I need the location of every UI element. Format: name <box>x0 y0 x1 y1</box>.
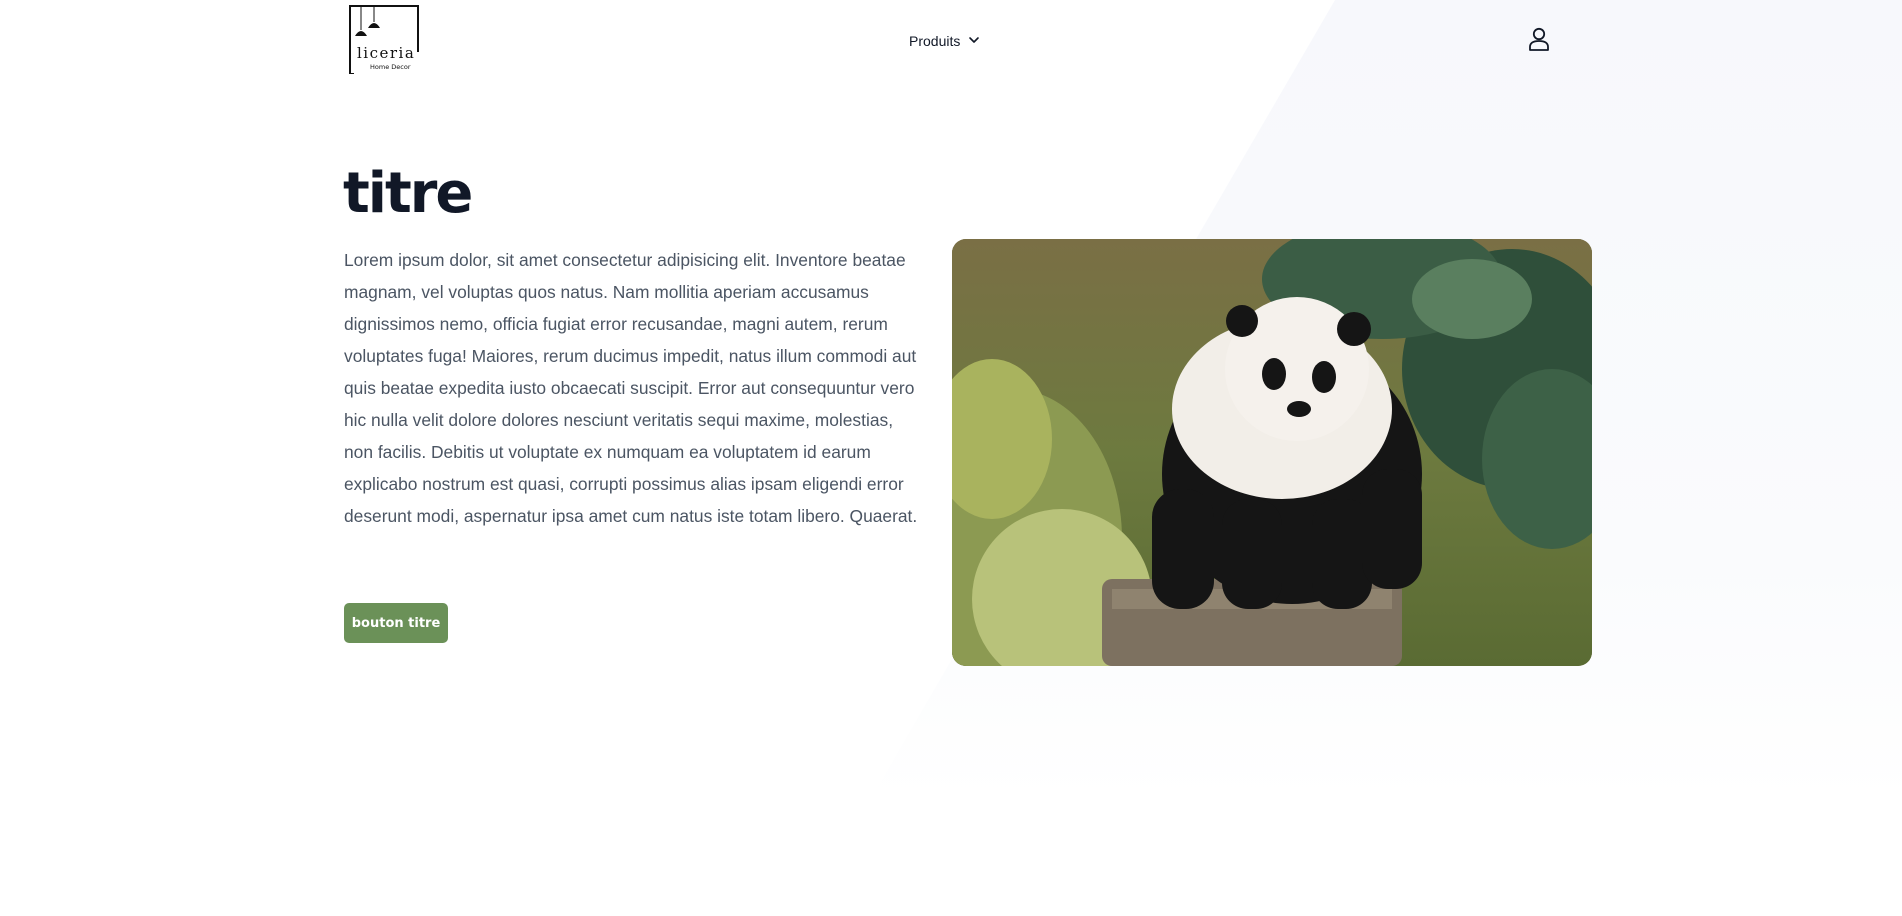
user-account-button[interactable] <box>1527 26 1551 52</box>
page: liceria Home Decor Produits titre Lorem … <box>0 0 1902 916</box>
panda-photo <box>952 239 1592 666</box>
nav-products-label: Produits <box>909 33 961 49</box>
logo[interactable]: liceria Home Decor <box>348 4 420 75</box>
hero-title: titre <box>343 161 473 226</box>
logo-wordmark: liceria <box>357 44 415 62</box>
site-header: liceria Home Decor Produits <box>0 0 1902 80</box>
nav-products-menu[interactable]: Produits <box>909 30 980 52</box>
background-diagonal-shape <box>870 0 1902 800</box>
logo-tagline: Home Decor <box>370 63 411 71</box>
logo-mark-icon: liceria Home Decor <box>349 5 419 75</box>
hero-image <box>952 239 1592 666</box>
hero-paragraph: Lorem ipsum dolor, sit amet consectetur … <box>344 250 918 526</box>
hero-cta-button[interactable]: bouton titre <box>344 603 448 643</box>
chevron-down-icon <box>968 33 980 49</box>
user-icon <box>1529 27 1549 51</box>
